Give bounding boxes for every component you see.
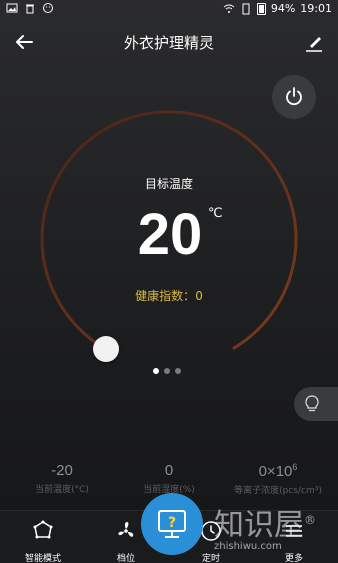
clock-time: 19:01: [300, 2, 332, 15]
status-right: 94% 19:01: [223, 2, 332, 15]
dial-knob-handle[interactable]: [93, 336, 119, 362]
status-bar: 94% 19:01: [0, 0, 338, 18]
stat-value-base: 0×10: [258, 463, 293, 480]
nav-label: 更多: [284, 554, 303, 563]
page-dot-2[interactable]: [164, 368, 170, 374]
nav-label: 档位: [116, 554, 135, 563]
light-toggle-button[interactable]: [294, 387, 338, 421]
svg-text:?: ?: [168, 515, 176, 531]
stat-value: 0×106: [222, 462, 334, 480]
stat-label: 等离子浓度(pcs/cm³): [234, 486, 322, 496]
smart-mode-icon: [33, 520, 53, 539]
trash-notification-icon: [26, 4, 34, 14]
stat-current-humidity: 0 当前湿度(%): [113, 462, 225, 495]
target-temperature-value: 20: [137, 202, 203, 267]
nav-smart-mode[interactable]: 智能模式: [13, 519, 73, 563]
health-index-value: 0: [195, 289, 203, 303]
header: 外衣护理精灵: [0, 22, 338, 62]
watermark-text: 知识屋: [214, 508, 304, 543]
nav-label: 定时: [201, 554, 220, 563]
health-index: 健康指数：0: [0, 287, 338, 304]
health-index-label: 健康指数：: [135, 289, 196, 303]
sim-icon: [242, 3, 250, 14]
stat-plasma-concentration: 0×106 等离子浓度(pcs/cm³): [222, 462, 334, 496]
watermark-url: zhishiwu.com: [214, 541, 282, 552]
image-notification-icon: [6, 3, 18, 13]
power-icon: [286, 87, 302, 106]
stat-value-exponent: 6: [292, 462, 298, 472]
lightbulb-icon: [305, 395, 319, 412]
edit-icon[interactable]: [302, 30, 326, 54]
watermark-logo: 知识屋®: [214, 500, 316, 544]
face-notification-icon: [43, 3, 53, 13]
wifi-icon: [223, 4, 235, 13]
status-left: [6, 2, 54, 14]
page-title: 外衣护理精灵: [123, 34, 214, 52]
stat-value: 0: [164, 462, 174, 479]
stat-current-temperature: -20 当前温度(°C): [6, 462, 118, 495]
help-monitor-icon: ?: [158, 510, 186, 538]
nav-label: 智能模式: [24, 554, 61, 563]
temperature-unit: ℃: [208, 206, 223, 221]
page-dot-3[interactable]: [175, 368, 181, 374]
stat-value: -20: [51, 462, 73, 479]
page-dot-1[interactable]: [153, 368, 159, 374]
target-temperature-label: 目标温度: [144, 177, 193, 191]
help-button[interactable]: ?: [141, 493, 203, 555]
battery-percent: 94%: [270, 2, 296, 15]
battery-icon: [256, 2, 266, 15]
watermark-reg: ®: [304, 513, 316, 527]
stat-label: 当前温度(°C): [35, 485, 89, 495]
fan-icon: [118, 522, 134, 537]
page-indicator: [153, 368, 181, 374]
